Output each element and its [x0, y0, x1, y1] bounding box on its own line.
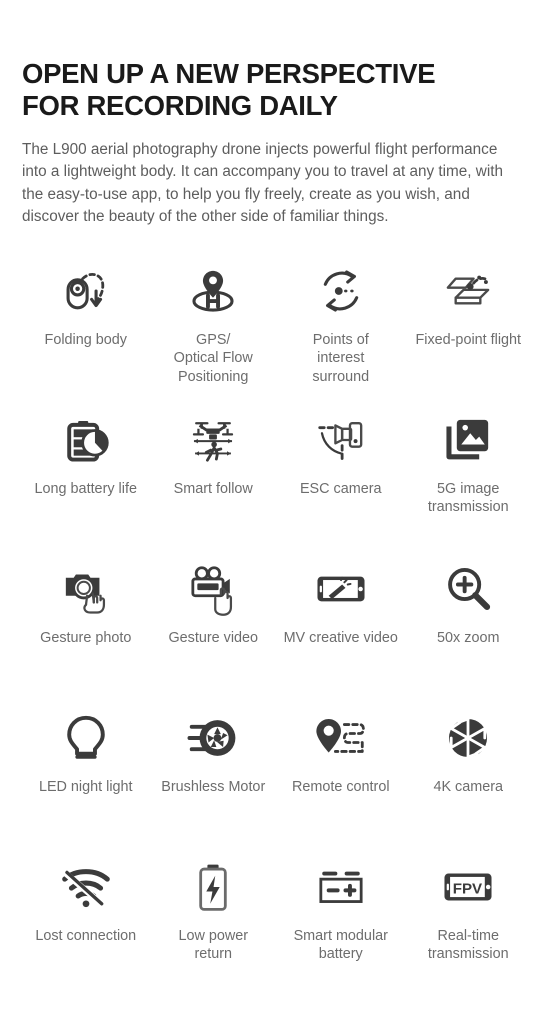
feature-item-mv-creative-video: MV creative video: [277, 549, 405, 698]
5g-image-transmission-icon: [436, 409, 500, 471]
product-feature-page: OPEN UP A NEW PERSPECTIVE FOR RECORDING …: [0, 0, 554, 1024]
feature-label: Smart modular battery: [293, 927, 388, 963]
fpv-real-time-transmission-icon: FPV: [436, 856, 500, 918]
page-description: The L900 aerial photography drone inject…: [22, 140, 503, 226]
feature-item-lost-connection: Lost connection: [22, 847, 150, 996]
page-title: OPEN UP A NEW PERSPECTIVE FOR RECORDING …: [22, 58, 436, 121]
long-battery-life-icon: [54, 409, 118, 471]
feature-item-5g-image-transmission: 5G image transmission: [405, 400, 533, 549]
folding-body-icon: [54, 260, 118, 322]
feature-item-fixed-point-flight: Fixed-point flight: [405, 251, 533, 400]
gesture-photo-icon: [54, 558, 118, 620]
feature-label: Points of interest surround: [312, 331, 370, 386]
led-night-light-icon: [54, 707, 118, 769]
points-of-interest-surround-icon: [309, 260, 373, 322]
esc-camera-icon: [309, 409, 373, 471]
feature-item-led-night-light: LED night light: [22, 698, 150, 847]
feature-item-50x-zoom: 50x zoom: [405, 549, 533, 698]
feature-label: Lost connection: [35, 927, 137, 944]
feature-grid: Folding body GPS/ Optical Flow Positioni…: [22, 251, 532, 996]
feature-label: GPS/ Optical Flow Positioning: [173, 331, 253, 386]
feature-item-gps-optical-flow: GPS/ Optical Flow Positioning: [150, 251, 278, 400]
smart-follow-icon: [181, 409, 245, 471]
lost-connection-icon: [54, 856, 118, 918]
feature-item-remote-control: Remote control: [277, 698, 405, 847]
feature-item-gesture-video: Gesture video: [150, 549, 278, 698]
feature-label: Real-time transmission: [427, 927, 509, 963]
low-power-return-icon: [181, 856, 245, 918]
smart-modular-battery-icon: [309, 856, 373, 918]
zoom-magnifier-icon: [436, 558, 500, 620]
feature-item-folding-body: Folding body: [22, 251, 150, 400]
mv-creative-video-icon: [309, 558, 373, 620]
feature-label: 4K camera: [433, 778, 504, 795]
feature-label: Folding body: [44, 331, 127, 348]
feature-label: LED night light: [38, 778, 133, 795]
feature-item-low-power-return: Low power return: [150, 847, 278, 996]
feature-label: MV creative video: [283, 629, 398, 646]
feature-item-brushless-motor: Brushless Motor: [150, 698, 278, 847]
feature-label: Smart follow: [173, 480, 253, 497]
gesture-video-icon: [181, 558, 245, 620]
feature-item-esc-camera: ESC camera: [277, 400, 405, 549]
feature-label: Remote control: [291, 778, 390, 795]
feature-item-points-of-interest: Points of interest surround: [277, 251, 405, 400]
feature-item-long-battery-life: Long battery life: [22, 400, 150, 549]
feature-item-gesture-photo: Gesture photo: [22, 549, 150, 698]
feature-item-4k-camera: 4K camera: [405, 698, 533, 847]
feature-label: 5G image transmission: [427, 480, 509, 516]
feature-label: ESC camera: [299, 480, 382, 497]
gps-optical-flow-icon: [181, 260, 245, 322]
aperture-4k-camera-icon: [436, 707, 500, 769]
fpv-text: FPV: [453, 880, 482, 897]
feature-label: Long battery life: [34, 480, 137, 497]
feature-item-smart-follow: Smart follow: [150, 400, 278, 549]
feature-label: Gesture photo: [40, 629, 132, 646]
feature-label: 50x zoom: [437, 629, 500, 646]
remote-control-icon: [309, 707, 373, 769]
feature-label: Brushless Motor: [161, 778, 266, 795]
fixed-point-flight-icon: [436, 260, 500, 322]
feature-item-smart-modular-battery: Smart modular battery: [277, 847, 405, 996]
feature-label: Gesture video: [168, 629, 259, 646]
feature-label: Low power return: [178, 927, 249, 963]
feature-label: Fixed-point flight: [415, 331, 522, 348]
brushless-motor-icon: [181, 707, 245, 769]
feature-item-real-time-transmission: FPV Real-time transmission: [405, 847, 533, 996]
